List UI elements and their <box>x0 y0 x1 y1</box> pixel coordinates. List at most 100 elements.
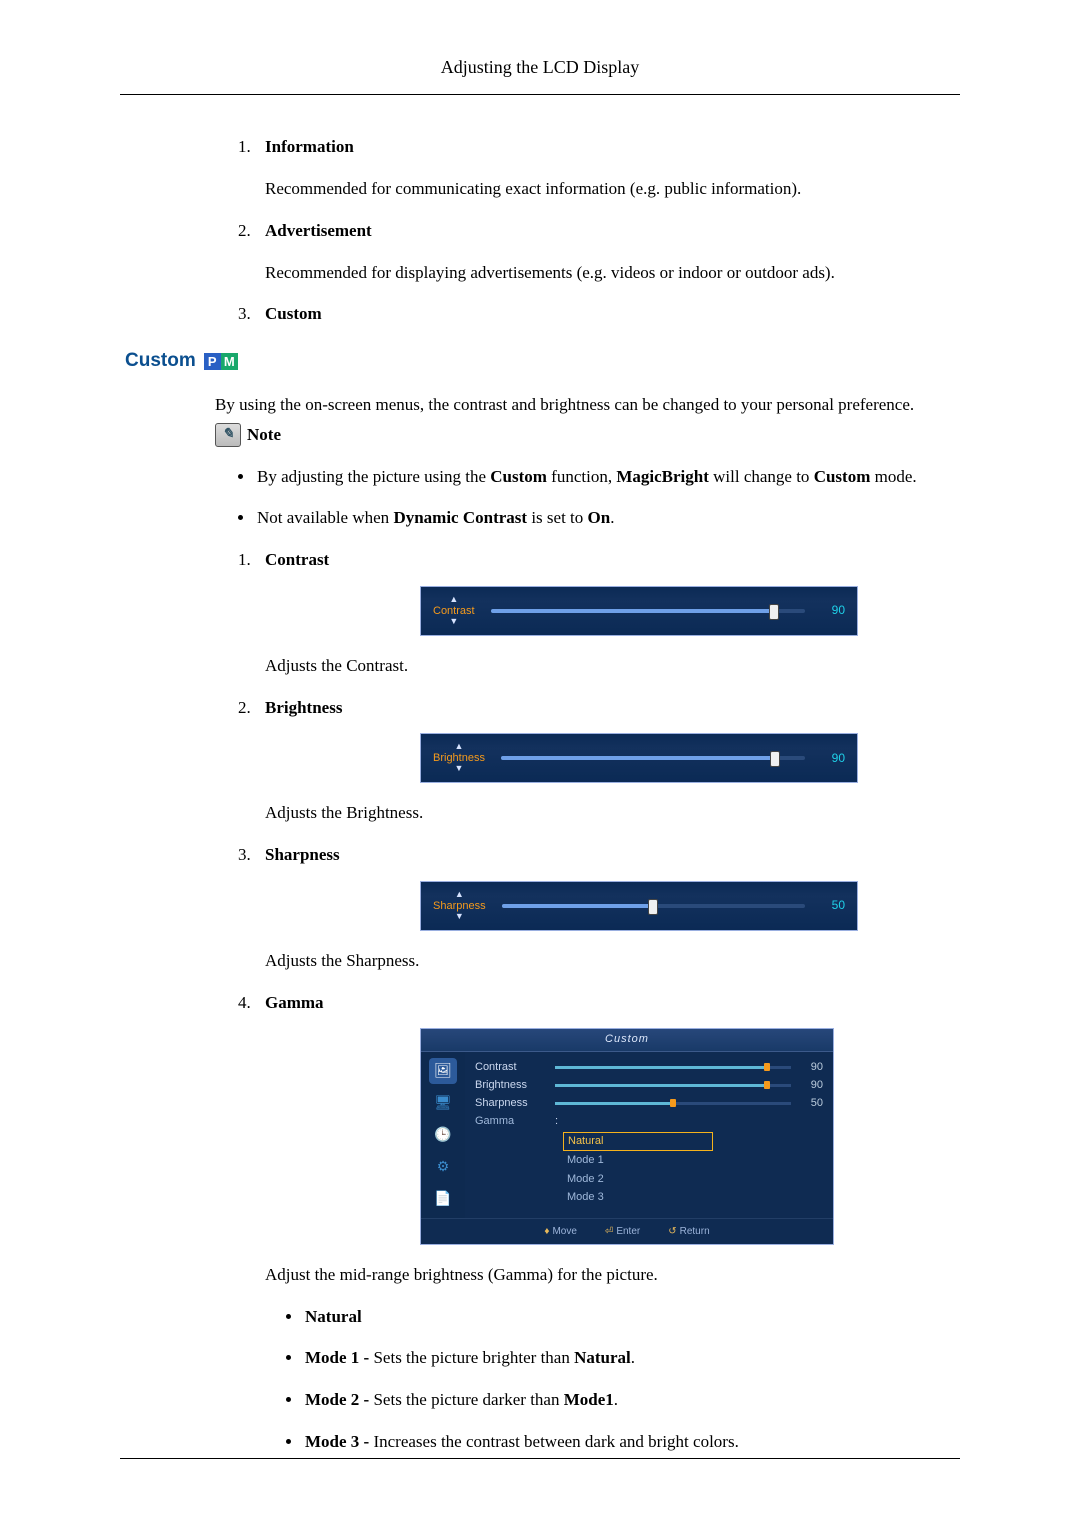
menu-value: 90 <box>801 1060 823 1075</box>
text: . <box>610 508 614 527</box>
list-item-title: Sharpness <box>265 845 340 864</box>
list-item-desc: Recommended for displaying advertisement… <box>265 261 955 285</box>
notes-list: By adjusting the picture using the Custo… <box>125 465 955 531</box>
gamma-option[interactable]: Mode 2 <box>563 1171 713 1188</box>
osd-value: 90 <box>821 750 845 767</box>
screen-icon[interactable]: 🖥 <box>429 1090 457 1116</box>
text: Sets the picture brighter than <box>373 1348 574 1367</box>
menu-row[interactable]: Contrast 90 <box>475 1060 823 1076</box>
gamma-mode-item: Mode 2 - Sets the picture darker than Mo… <box>303 1388 955 1412</box>
arrow-up-icon: ▲ <box>455 890 464 900</box>
osd-label-col: ▲ Contrast ▼ <box>433 595 475 627</box>
picture-icon[interactable]: 🖼 <box>429 1058 457 1084</box>
note-label: Note <box>247 423 281 447</box>
menu-label: Sharpness <box>475 1096 545 1111</box>
osd-panel-contrast: ▲ Contrast ▼ 90 <box>420 586 858 636</box>
osd-slider[interactable] <box>502 901 805 911</box>
menu-value: 90 <box>801 1078 823 1093</box>
rule-bottom <box>120 1458 960 1459</box>
text: function, <box>547 467 616 486</box>
text-bold: Mode 3 - <box>305 1432 373 1451</box>
text: Increases the contrast between dark and … <box>373 1432 738 1451</box>
list-item-desc: Adjusts the Sharpness. <box>265 949 955 973</box>
arrow-down-icon: ▼ <box>455 764 464 774</box>
list-item: Gamma Custom 🖼 🖥 🕒 ⚙ 📄 Co <box>255 991 955 1454</box>
osd-value: 50 <box>821 897 845 914</box>
note-row: ✎ Note <box>125 423 955 447</box>
list-item-desc: Adjusts the Contrast. <box>265 654 955 678</box>
text: Sets the picture darker than <box>373 1390 563 1409</box>
osd-value: 90 <box>821 602 845 619</box>
menu-slider[interactable] <box>555 1101 791 1107</box>
pm-badge: P M <box>204 353 238 370</box>
list-item: Advertisement Recommended for displaying… <box>255 219 955 285</box>
text-bold: Natural <box>574 1348 631 1367</box>
osd-label-col: ▲ Sharpness ▼ <box>433 890 486 922</box>
return-icon: ↺ <box>668 1226 676 1237</box>
slider-knob[interactable] <box>769 604 779 620</box>
menu-label: Contrast <box>475 1060 545 1075</box>
gamma-mode-item: Mode 1 - Sets the picture brighter than … <box>303 1346 955 1370</box>
list-item-title: Information <box>265 137 354 156</box>
footer-return: ↺Return <box>668 1225 709 1239</box>
section-intro: By using the on-screen menus, the contra… <box>125 393 955 417</box>
list-item-title: Custom <box>265 304 322 323</box>
rule-top <box>120 94 960 95</box>
intro-list: Information Recommended for communicatin… <box>125 135 955 326</box>
badge-m-icon: M <box>221 353 238 370</box>
osd-menu-gamma: Custom 🖼 🖥 🕒 ⚙ 📄 Contrast <box>420 1028 834 1244</box>
section-heading-text: Custom <box>125 348 196 375</box>
osd-menu-footer: ♦Move ⏎Enter ↺Return <box>421 1218 833 1244</box>
page-title: Adjusting the LCD Display <box>0 55 1080 80</box>
list-item-desc: Adjust the mid-range brightness (Gamma) … <box>265 1263 955 1287</box>
list-item-desc: Adjusts the Brightness. <box>265 801 955 825</box>
menu-row[interactable]: Sharpness 50 <box>475 1096 823 1112</box>
osd-panel-sharpness: ▲ Sharpness ▼ 50 <box>420 881 858 931</box>
section-heading: Custom P M <box>125 348 955 375</box>
osd-label-col: ▲ Brightness ▼ <box>433 742 485 774</box>
arrow-up-icon: ▲ <box>449 595 458 605</box>
menu-label: Brightness <box>475 1078 545 1093</box>
footer-move: ♦Move <box>544 1225 577 1239</box>
arrow-up-icon: ▲ <box>455 742 464 752</box>
badge-p-icon: P <box>204 353 221 370</box>
gamma-options: Natural Mode 1 Mode 2 Mode 3 <box>563 1132 713 1207</box>
gamma-option[interactable]: Natural <box>563 1132 713 1151</box>
custom-items-list: Contrast ▲ Contrast ▼ 90 Adjusts the Con… <box>125 548 955 1454</box>
osd-panel-brightness: ▲ Brightness ▼ 90 <box>420 733 858 783</box>
text-bold: Custom <box>814 467 871 486</box>
list-item-title: Contrast <box>265 550 329 569</box>
text: Not available when <box>257 508 393 527</box>
page: Adjusting the LCD Display Information Re… <box>0 0 1080 1527</box>
list-item: Information Recommended for communicatin… <box>255 135 955 201</box>
text: . <box>631 1348 635 1367</box>
text-bold: Mode 2 - <box>305 1390 373 1409</box>
menu-slider[interactable] <box>555 1065 791 1071</box>
menu-slider[interactable] <box>555 1083 791 1089</box>
settings-icon[interactable]: ⚙ <box>429 1154 457 1180</box>
note-icon: ✎ <box>215 423 241 447</box>
slider-knob[interactable] <box>648 899 658 915</box>
arrow-down-icon: ▼ <box>449 617 458 627</box>
menu-row[interactable]: Brightness 90 <box>475 1078 823 1094</box>
gamma-mode-item: Natural <box>303 1305 955 1329</box>
text-bold: On <box>588 508 611 527</box>
osd-menu-side: 🖼 🖥 🕒 ⚙ 📄 <box>421 1052 465 1218</box>
slider-knob[interactable] <box>770 751 780 767</box>
list-item-title: Brightness <box>265 698 342 717</box>
gamma-option[interactable]: Mode 3 <box>563 1189 713 1206</box>
osd-slider[interactable] <box>491 606 805 616</box>
text: . <box>614 1390 618 1409</box>
list-item-title: Gamma <box>265 993 324 1012</box>
gamma-option[interactable]: Mode 1 <box>563 1152 713 1169</box>
gamma-modes-list: Natural Mode 1 - Sets the picture bright… <box>265 1305 955 1454</box>
menu-row-gamma[interactable]: Gamma : <box>475 1114 823 1130</box>
input-icon[interactable]: 📄 <box>429 1186 457 1212</box>
note-item: Not available when Dynamic Contrast is s… <box>255 506 955 530</box>
note-item: By adjusting the picture using the Custo… <box>255 465 955 489</box>
text-bold: Custom <box>490 467 547 486</box>
osd-slider[interactable] <box>501 753 805 763</box>
text-bold: MagicBright <box>616 467 709 486</box>
list-item: Brightness ▲ Brightness ▼ 90 Adjusts the… <box>255 696 955 825</box>
clock-icon[interactable]: 🕒 <box>429 1122 457 1148</box>
